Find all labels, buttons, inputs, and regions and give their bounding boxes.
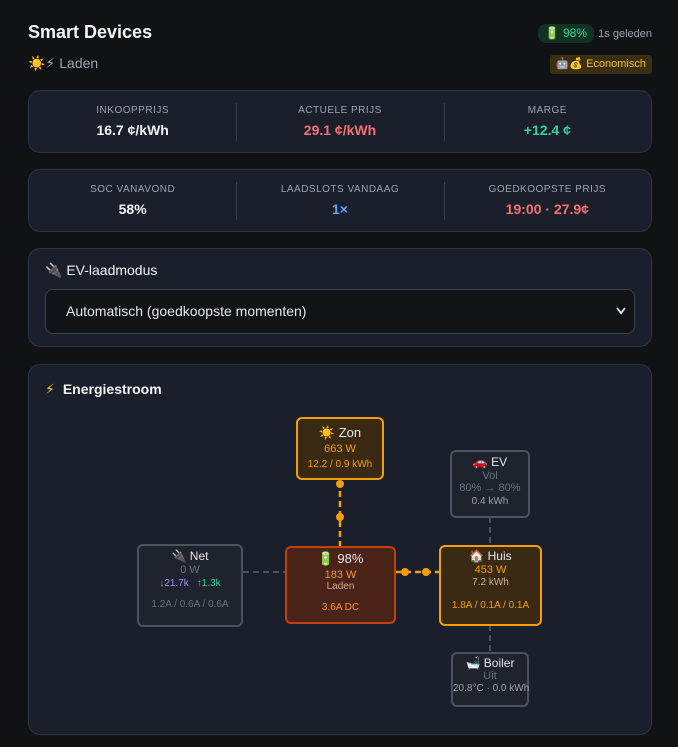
grid-import: ↓21.7k: [159, 578, 189, 589]
stat-label: LAADSLOTS VANDAAG: [280, 183, 400, 195]
boiler-status: Uit: [483, 670, 497, 682]
house-currents: 1.8A / 0.1A / 0.1A: [451, 600, 530, 611]
stat-soc-tonight: SOC VANAVOND 58%: [29, 182, 236, 220]
mode-label: Laden: [59, 55, 99, 71]
ev-name: 🚗 EV: [472, 455, 508, 469]
grid-import-export: ↓21.7k ↑1.3k: [139, 578, 241, 589]
stat-margin: MARGE +12.4 ¢: [443, 102, 651, 141]
grid-export: ↑1.3k: [196, 578, 221, 589]
grid-node[interactable]: 🔌 Net 0 W ↓21.7k ↑1.3k 1.2A / 0.6A / 0.6A: [137, 544, 243, 627]
grid-power: 0 W: [180, 564, 200, 576]
page-title: Smart Devices: [28, 22, 153, 42]
stat-label: GOEDKOOPSTE PRIJS: [488, 183, 607, 195]
price-card: INKOOPPRIJS 16.7 ¢/kWh ACTUELE PRIJS 29.…: [28, 90, 652, 153]
ev-mode-selected: Automatisch (goedkoopste momenten): [66, 303, 307, 319]
battery-status: Laden: [326, 581, 355, 592]
sun-bolt-icon: ☀️⚡: [28, 55, 56, 71]
planning-card: SOC VANAVOND 58% LAADSLOTS VANDAAG 1× GO…: [28, 169, 652, 232]
stat-value: 29.1 ¢/kWh: [303, 121, 377, 138]
battery-name: 🔋 98%: [317, 551, 364, 566]
solar-power: 663 W: [324, 443, 356, 455]
grid-name: 🔌 Net: [171, 549, 209, 563]
solar-name: ☀️ Zon: [318, 425, 362, 440]
stat-label: MARGE: [527, 104, 567, 116]
battery-node[interactable]: 🔋 98% 183 W Laden 3.6A DC: [285, 546, 396, 624]
ev-status: Vol: [482, 470, 498, 482]
solar-node[interactable]: ☀️ Zon 663 W 12.2 / 0.9 kWh: [296, 417, 384, 480]
stat-purchase-price: INKOOPPRIJS 16.7 ¢/kWh: [29, 103, 236, 141]
ev-energy: 0.4 kWh: [471, 496, 509, 507]
mode-status: ☀️⚡ Laden: [28, 55, 98, 72]
stat-label: INKOOPPRIJS: [96, 104, 170, 116]
stat-value: 1×: [332, 200, 348, 217]
ev-soc: 80% → 80%: [459, 482, 521, 494]
stat-value: 16.7 ¢/kWh: [96, 121, 169, 138]
stat-value: 58%: [118, 200, 147, 217]
last-updated: 1s geleden: [598, 28, 652, 40]
stat-cheapest-price: GOEDKOOPSTE PRIJS 19:00 · 27.9¢: [443, 181, 651, 220]
boiler-detail: 20.8°C · 0.0 kWh: [453, 683, 530, 694]
stat-charge-slots: LAADSLOTS VANDAAG 1×: [236, 181, 443, 220]
ev-node[interactable]: 🚗 EV Vol 80% → 80% 0.4 kWh: [450, 450, 530, 518]
solar-energy: 12.2 / 0.9 kWh: [307, 459, 373, 470]
stat-current-price: ACTUELE PRIJS 29.1 ¢/kWh: [236, 102, 443, 141]
battery-current: 3.6A DC: [321, 602, 360, 613]
boiler-node[interactable]: 🛁 Boiler Uit 20.8°C · 0.0 kWh: [451, 652, 529, 707]
energy-flow-card: ⚡ Energiestroom ☀️ Zon 663 W 12.2 / 0.9 k…: [28, 364, 652, 735]
house-energy: 7.2 kWh: [472, 577, 509, 588]
battery-power: 183 W: [324, 569, 357, 581]
header: Smart Devices ☀️⚡ Laden 🔋 98% 1s geleden …: [28, 22, 652, 74]
stat-value: 19:00 · 27.9¢: [505, 200, 589, 217]
chevron-down-icon: [616, 290, 626, 351]
house-power: 453 W: [474, 564, 507, 576]
stat-label: SOC VANAVOND: [90, 183, 176, 195]
stat-label: ACTUELE PRIJS: [298, 104, 382, 116]
stat-value: +12.4 ¢: [523, 121, 571, 138]
grid-currents: 1.2A / 0.6A / 0.6A: [151, 599, 229, 610]
boiler-name: 🛁 Boiler: [465, 656, 515, 670]
strategy-badge[interactable]: 🤖💰 Economisch: [549, 55, 652, 74]
ev-mode-card: 🔌 EV-laadmodus Automatisch (goedkoopste …: [28, 248, 652, 347]
house-node[interactable]: 🏠 Huis 453 W 7.2 kWh 1.8A / 0.1A / 0.1A: [439, 545, 542, 626]
ev-mode-title: 🔌 EV-laadmodus: [45, 262, 158, 278]
battery-badge: 🔋 98%: [537, 24, 594, 43]
house-name: 🏠 Huis: [469, 549, 512, 563]
ev-mode-select[interactable]: Automatisch (goedkoopste momenten): [45, 289, 635, 334]
